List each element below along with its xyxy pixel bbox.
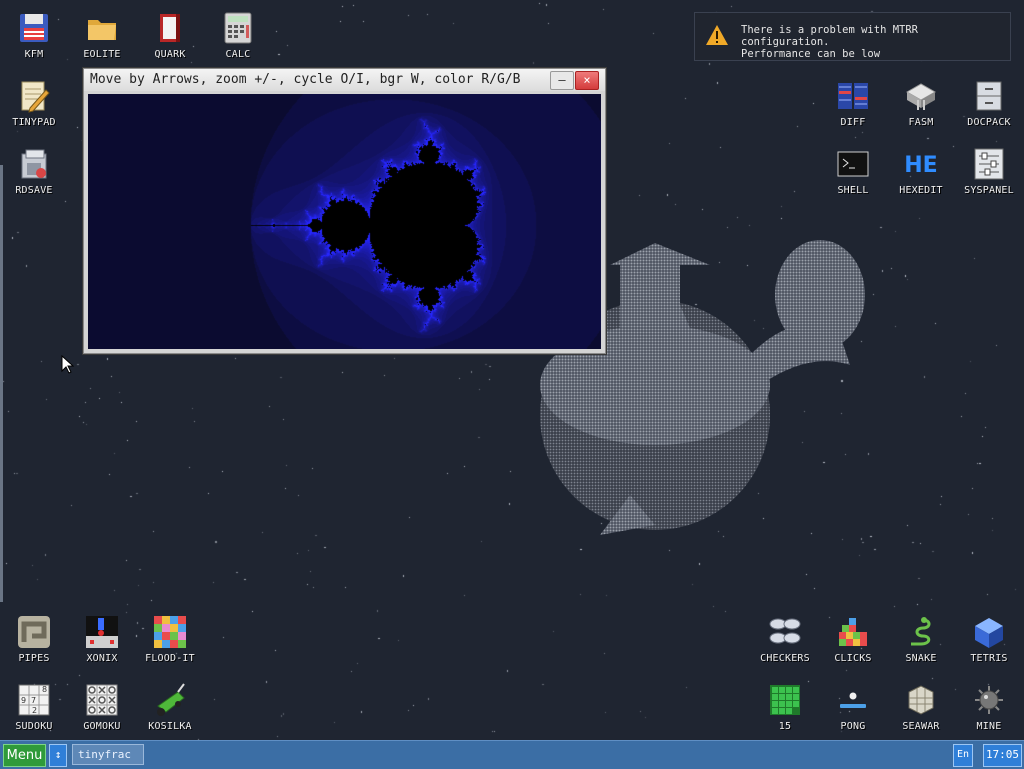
desktop-icon-seawar[interactable]: SEAWAR	[887, 676, 955, 736]
desktop-icon-diff[interactable]: DIFF	[819, 72, 887, 132]
desktop-icon-syspanel[interactable]: SYSPANEL	[955, 140, 1023, 200]
desktop-icon-kosilka[interactable]: KOSILKA	[136, 676, 204, 736]
hex-editor-icon: HE	[904, 153, 937, 178]
sudoku-grid-icon: 9 78 2	[18, 684, 50, 716]
folder-icon	[88, 20, 116, 40]
save-disk-icon	[21, 149, 47, 179]
fractal-canvas[interactable]	[88, 94, 601, 349]
desktop-icon-mine[interactable]: MINE	[955, 676, 1023, 736]
desktop-icon-checkers[interactable]: CHECKERS	[751, 608, 819, 668]
svg-text:9: 9	[21, 696, 26, 705]
cabinet-icon	[976, 81, 1002, 111]
colored-blocks-icon	[839, 618, 867, 646]
desktop-icon-shell[interactable]: SHELL	[819, 140, 887, 200]
color-grid-icon	[154, 616, 186, 648]
desktop-icon-gomoku[interactable]: GOMOKU	[68, 676, 136, 736]
desktop-icon-snake[interactable]: SNAKE	[887, 608, 955, 668]
floppy-disk-icon	[20, 14, 48, 42]
icon-label: SYSPANEL	[964, 185, 1014, 196]
diff-tables-icon	[838, 83, 868, 109]
battleship-grid-icon	[908, 685, 934, 715]
snake-icon	[911, 617, 931, 646]
icon-label: TETRIS	[970, 653, 1008, 664]
desktop-icon-clicks[interactable]: CLICKS	[819, 608, 887, 668]
svg-text:8: 8	[42, 685, 47, 694]
clock[interactable]: 17:05	[983, 744, 1022, 767]
icon-label: RDSAVE	[15, 185, 53, 196]
desktop-icon-tinypad[interactable]: TINYPAD	[0, 72, 68, 132]
desktop-icon-eolite[interactable]: EOLITE	[68, 4, 136, 64]
tinyfrac-window[interactable]: Move by Arrows, zoom +/-, cycle O/I, bgr…	[83, 68, 606, 354]
fifteen-puzzle-icon	[770, 685, 800, 715]
assembler-chip-icon	[905, 83, 937, 110]
desktop-icon-tetris[interactable]: TETRIS	[955, 608, 1023, 668]
tetris-blocks-icon	[975, 618, 1003, 648]
calculator-icon	[224, 12, 252, 44]
task-switch-button[interactable]: ↕	[49, 744, 67, 767]
notification-line-1: There is a problem with MTRR configurati…	[741, 24, 919, 48]
sliders-panel-icon	[974, 148, 1004, 180]
tic-tac-toe-icon	[86, 684, 118, 716]
mine-bomb-icon	[975, 686, 1003, 714]
mouse-cursor-icon	[61, 355, 75, 374]
notebook-icon	[160, 14, 180, 42]
desktop-icon-pipes[interactable]: PIPES	[0, 608, 68, 668]
desktop-icon-calc[interactable]: CALC	[204, 4, 272, 64]
language-indicator[interactable]: En	[953, 744, 973, 767]
up-down-arrow-icon: ↕	[54, 748, 62, 761]
left-panel-edge	[0, 165, 3, 602]
notepad-pencil-icon	[21, 81, 50, 113]
svg-text:2: 2	[32, 706, 37, 715]
desktop-icon-fasm[interactable]: FASM	[887, 72, 955, 132]
desktop-icon-docpack[interactable]: DOCPACK	[955, 72, 1023, 132]
icon-label: MINE	[976, 721, 1002, 732]
xonix-game-icon	[86, 616, 118, 648]
svg-text:7: 7	[31, 696, 36, 705]
desktop-icon-rdsave[interactable]: RDSAVE	[0, 140, 68, 200]
icon-label: TINYPAD	[12, 117, 56, 128]
icon-label: KOSILKA	[148, 721, 192, 732]
icon-label: DOCPACK	[967, 117, 1011, 128]
lawn-mower-icon	[157, 683, 185, 716]
svg-text:HE: HE	[904, 153, 937, 178]
desktop-icon-15[interactable]: 15	[751, 676, 819, 736]
mtrr-warning-notification[interactable]: There is a problem with MTRR configurati…	[694, 12, 1011, 61]
pong-paddle-icon	[840, 692, 866, 708]
desktop-icon-flood-it[interactable]: FLOOD-IT	[136, 608, 204, 668]
window-title: Move by Arrows, zoom +/-, cycle O/I, bgr…	[90, 72, 521, 87]
icon-label: CALC	[225, 49, 251, 60]
desktop-icon-xonix[interactable]: XONIX	[68, 608, 136, 668]
desktop-icon-quark[interactable]: QUARK	[136, 4, 204, 64]
minimize-button[interactable]: –	[550, 71, 574, 90]
desktop-icon-kfm[interactable]: KFM	[0, 4, 68, 64]
checkers-pieces-icon	[769, 618, 801, 644]
close-button[interactable]: ×	[575, 71, 599, 90]
icon-label: FLOOD-IT	[145, 653, 195, 664]
taskbar-item-tinyfrac[interactable]: tinyfrac	[72, 744, 144, 765]
desktop-icon-hexedit[interactable]: HE HEXEDIT	[887, 140, 955, 200]
menu-button[interactable]: Menu	[3, 744, 46, 767]
warning-icon	[706, 25, 728, 45]
terminal-icon	[837, 151, 869, 177]
desktop-icon-pong[interactable]: PONG	[819, 676, 887, 736]
desktop-icon-sudoku[interactable]: 9782 SUDOKU	[0, 676, 68, 736]
notification-line-2: Performance can be low	[741, 48, 881, 60]
taskbar: Menu ↕ tinyfrac En 17:05	[0, 740, 1024, 769]
window-titlebar[interactable]: Move by Arrows, zoom +/-, cycle O/I, bgr…	[84, 69, 605, 91]
pipes-icon	[18, 616, 50, 648]
